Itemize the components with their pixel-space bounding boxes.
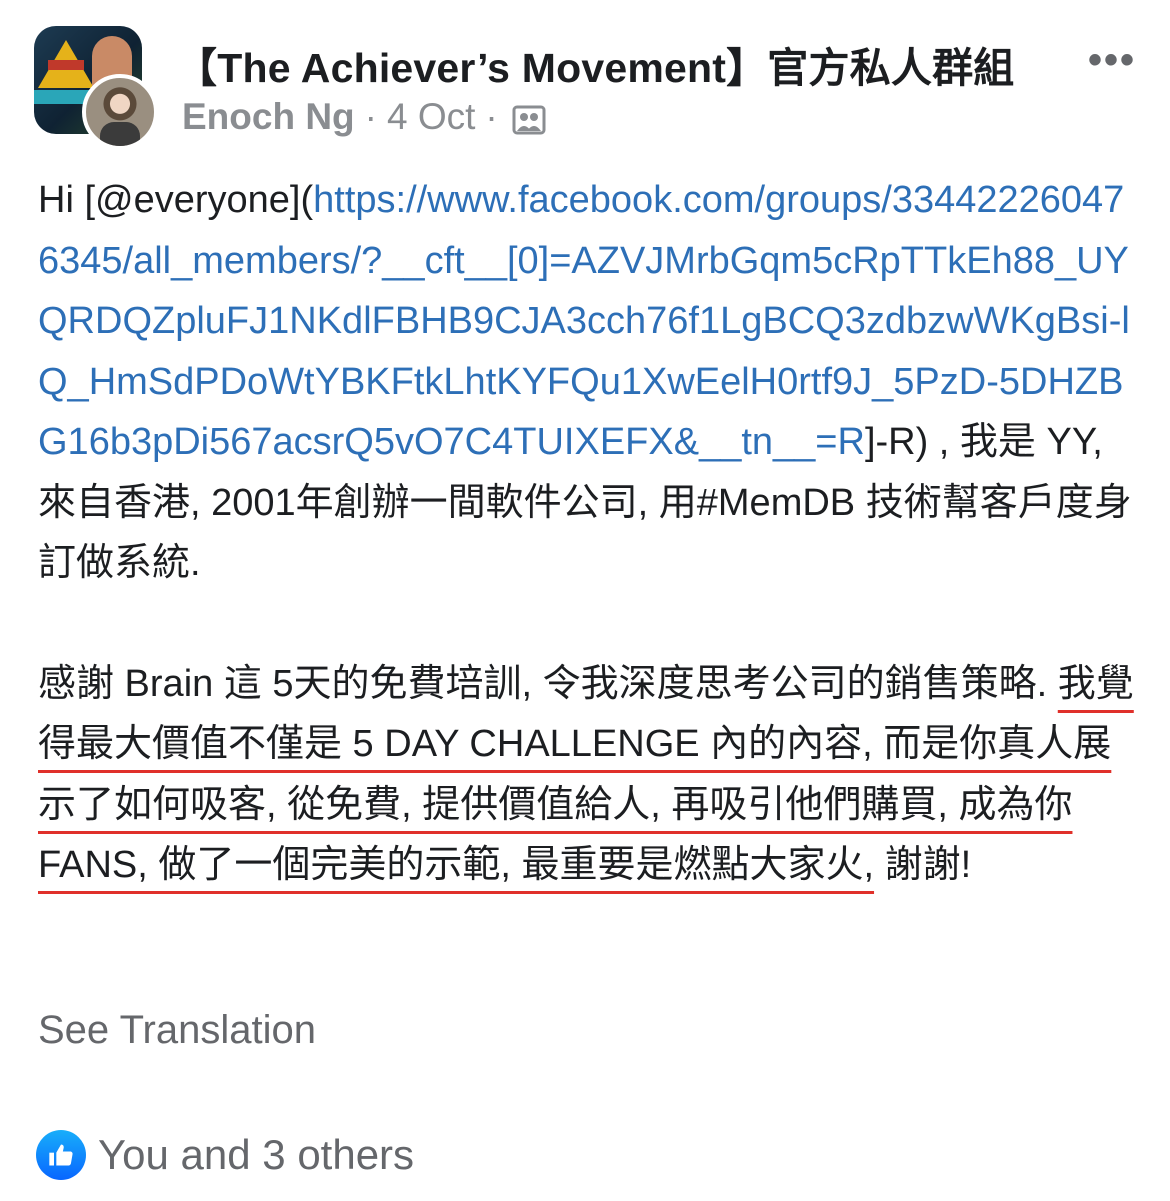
post-header: 【The Achiever’s Movement】官方私人群組 Enoch Ng… [0, 0, 1170, 150]
reactions-summary[interactable]: You and 3 others [36, 1130, 414, 1180]
reactions-count[interactable]: You and 3 others [98, 1131, 414, 1179]
like-icon [36, 1130, 86, 1180]
post-meta: Enoch Ng · 4 Oct · [182, 96, 546, 138]
see-translation-link[interactable]: See Translation [38, 1008, 316, 1053]
meta-separator: · [364, 96, 377, 137]
author-avatar[interactable] [82, 74, 158, 150]
meta-separator-2: · [485, 96, 498, 137]
group-name[interactable]: 【The Achiever’s Movement】官方私人群組 [176, 34, 1015, 94]
closing-text: 謝謝! [874, 844, 972, 886]
group-logo-bar [48, 60, 84, 70]
post-paragraph-2: 感謝 Brain 這 5天的免費培訓, 令我深度思考公司的銷售策略. 我覺得最大… [38, 654, 1138, 896]
post-body: Hi [@everyone](https://www.facebook.com/… [38, 170, 1138, 896]
greeting-text: Hi [@everyone]( [38, 179, 314, 221]
post-paragraph-1: Hi [@everyone](https://www.facebook.com/… [38, 170, 1138, 594]
more-options-icon[interactable]: ••• [1088, 38, 1136, 83]
post-date[interactable]: 4 Oct [387, 96, 475, 138]
author-avatar-body [100, 122, 140, 146]
thanks-text: 感謝 Brain 這 5天的免費培訓, 令我深度思考公司的銷售策略. [38, 662, 1048, 705]
author-name[interactable]: Enoch Ng [182, 96, 355, 138]
group-audience-icon [512, 102, 546, 135]
